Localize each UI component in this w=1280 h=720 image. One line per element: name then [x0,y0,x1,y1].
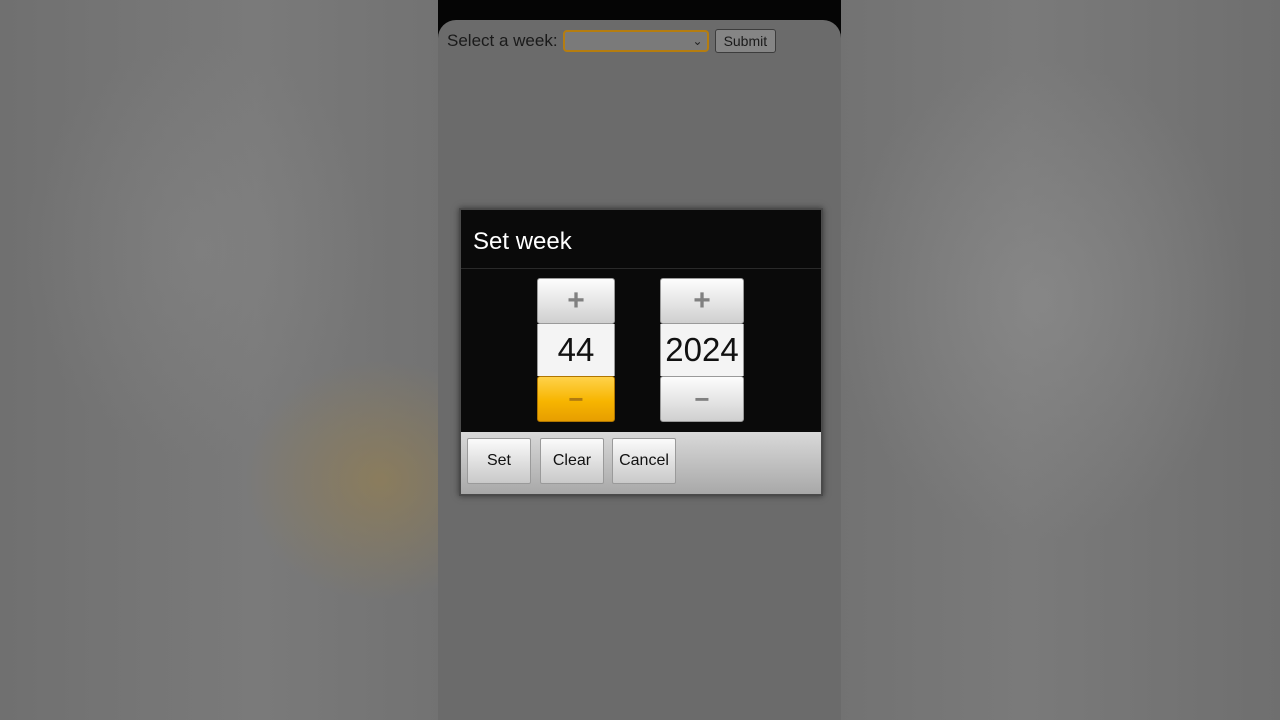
week-decrement-button[interactable]: − [537,376,615,422]
week-select[interactable]: ⌄ [562,30,709,52]
submit-button[interactable]: Submit [714,29,777,53]
cancel-button[interactable]: Cancel [612,438,676,484]
dialog-title: Set week [473,228,572,255]
week-value[interactable]: 44 [537,324,615,376]
plus-icon: + [693,284,711,317]
year-value[interactable]: 2024 [660,324,744,376]
week-label: Select a week: [447,31,558,50]
minus-icon: − [568,384,584,414]
week-picker: + 44 − [537,278,615,422]
title-divider [461,268,821,269]
set-button[interactable]: Set [467,438,531,484]
year-picker: + 2024 − [660,278,744,422]
year-decrement-button[interactable]: − [660,376,744,422]
plus-icon: + [567,284,585,317]
set-week-dialog: Set week + 44 − + 2024 − Set Clear Cance… [459,208,823,496]
clear-button[interactable]: Clear [540,438,604,484]
year-increment-button[interactable]: + [660,278,744,324]
dialog-button-bar: Set Clear Cancel [461,432,821,494]
week-form: Select a week: ⌄ Submit [447,28,777,54]
chevron-down-icon: ⌄ [692,34,703,48]
week-increment-button[interactable]: + [537,278,615,324]
minus-icon: − [694,384,710,414]
